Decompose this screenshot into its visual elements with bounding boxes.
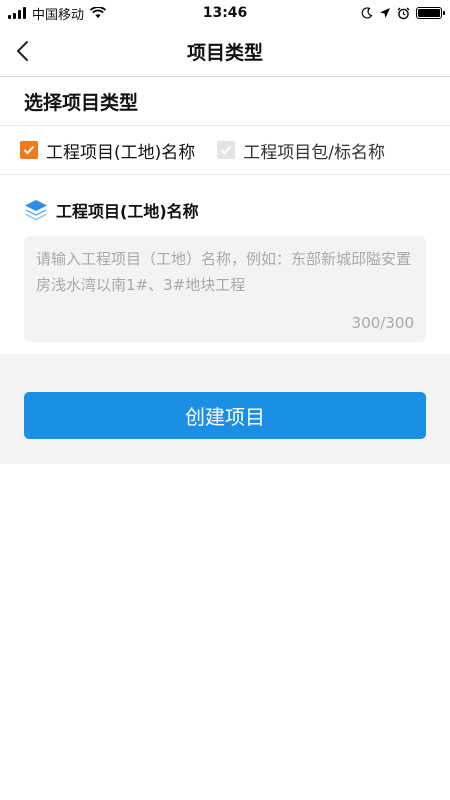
- location-arrow-icon: [380, 8, 390, 18]
- char-counter: 300/300: [351, 314, 414, 332]
- field-header: 工程项目(工地)名称: [24, 198, 199, 222]
- option-site-name[interactable]: 工程项目(工地)名称: [20, 138, 195, 163]
- status-time: 13:46: [202, 5, 248, 21]
- status-left: 中国移动: [8, 4, 107, 23]
- layers-icon: [25, 200, 47, 221]
- section-title: 选择项目类型: [24, 92, 139, 114]
- project-type-options: 工程项目(工地)名称 工程项目包/标名称: [0, 126, 450, 174]
- chevron-left-icon: [16, 41, 28, 61]
- create-project-button[interactable]: 创建项目: [24, 392, 426, 439]
- field-label: 工程项目(工地)名称: [56, 202, 199, 221]
- moon-icon: [361, 7, 373, 19]
- option-package-name[interactable]: 工程项目包/标名称: [217, 138, 385, 163]
- carrier-name: 中国移动: [32, 7, 85, 23]
- divider: [0, 174, 450, 175]
- battery-icon: [416, 7, 445, 19]
- page-title: 项目类型: [186, 41, 263, 64]
- option-label: 工程项目包/标名称: [243, 142, 385, 163]
- signal-icon: [8, 7, 26, 19]
- back-button[interactable]: [6, 34, 40, 68]
- checkbox-unchecked-icon[interactable]: [217, 141, 236, 159]
- project-name-input[interactable]: 请输入工程项目（工地）名称，例如：东部新城邱隘安置房浅水湾以南1#、3#地块工程…: [24, 236, 426, 342]
- wifi-icon: [90, 7, 107, 18]
- option-label: 工程项目(工地)名称: [46, 142, 196, 163]
- input-placeholder: 请输入工程项目（工地）名称，例如：东部新城邱隘安置房浅水湾以南1#、3#地块工程: [36, 250, 412, 294]
- status-bar: 中国移动 13:46: [0, 0, 450, 26]
- nav-bar: 项目类型: [0, 26, 450, 77]
- status-right: [361, 7, 445, 20]
- checkbox-checked-icon[interactable]: [20, 141, 38, 159]
- alarm-icon: [397, 7, 410, 19]
